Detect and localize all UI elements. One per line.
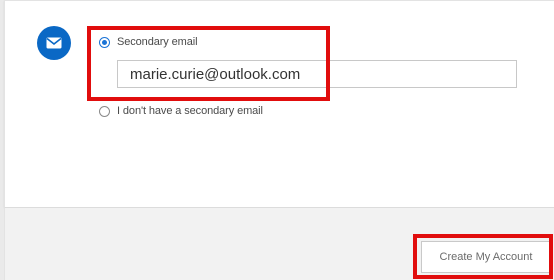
no-secondary-email-label: I don't have a secondary email (117, 105, 263, 117)
no-secondary-email-radio[interactable] (99, 105, 110, 117)
envelope-icon (37, 26, 71, 60)
secondary-email-input[interactable] (117, 60, 517, 88)
secondary-email-card (4, 0, 554, 207)
secondary-email-radio[interactable] (99, 36, 110, 48)
secondary-email-option[interactable]: Secondary email (99, 36, 198, 48)
secondary-email-label: Secondary email (117, 36, 198, 48)
signup-panel: Secondary email I don't have a secondary… (0, 0, 554, 280)
no-secondary-email-option[interactable]: I don't have a secondary email (99, 105, 263, 117)
create-account-button[interactable]: Create My Account (421, 241, 551, 273)
